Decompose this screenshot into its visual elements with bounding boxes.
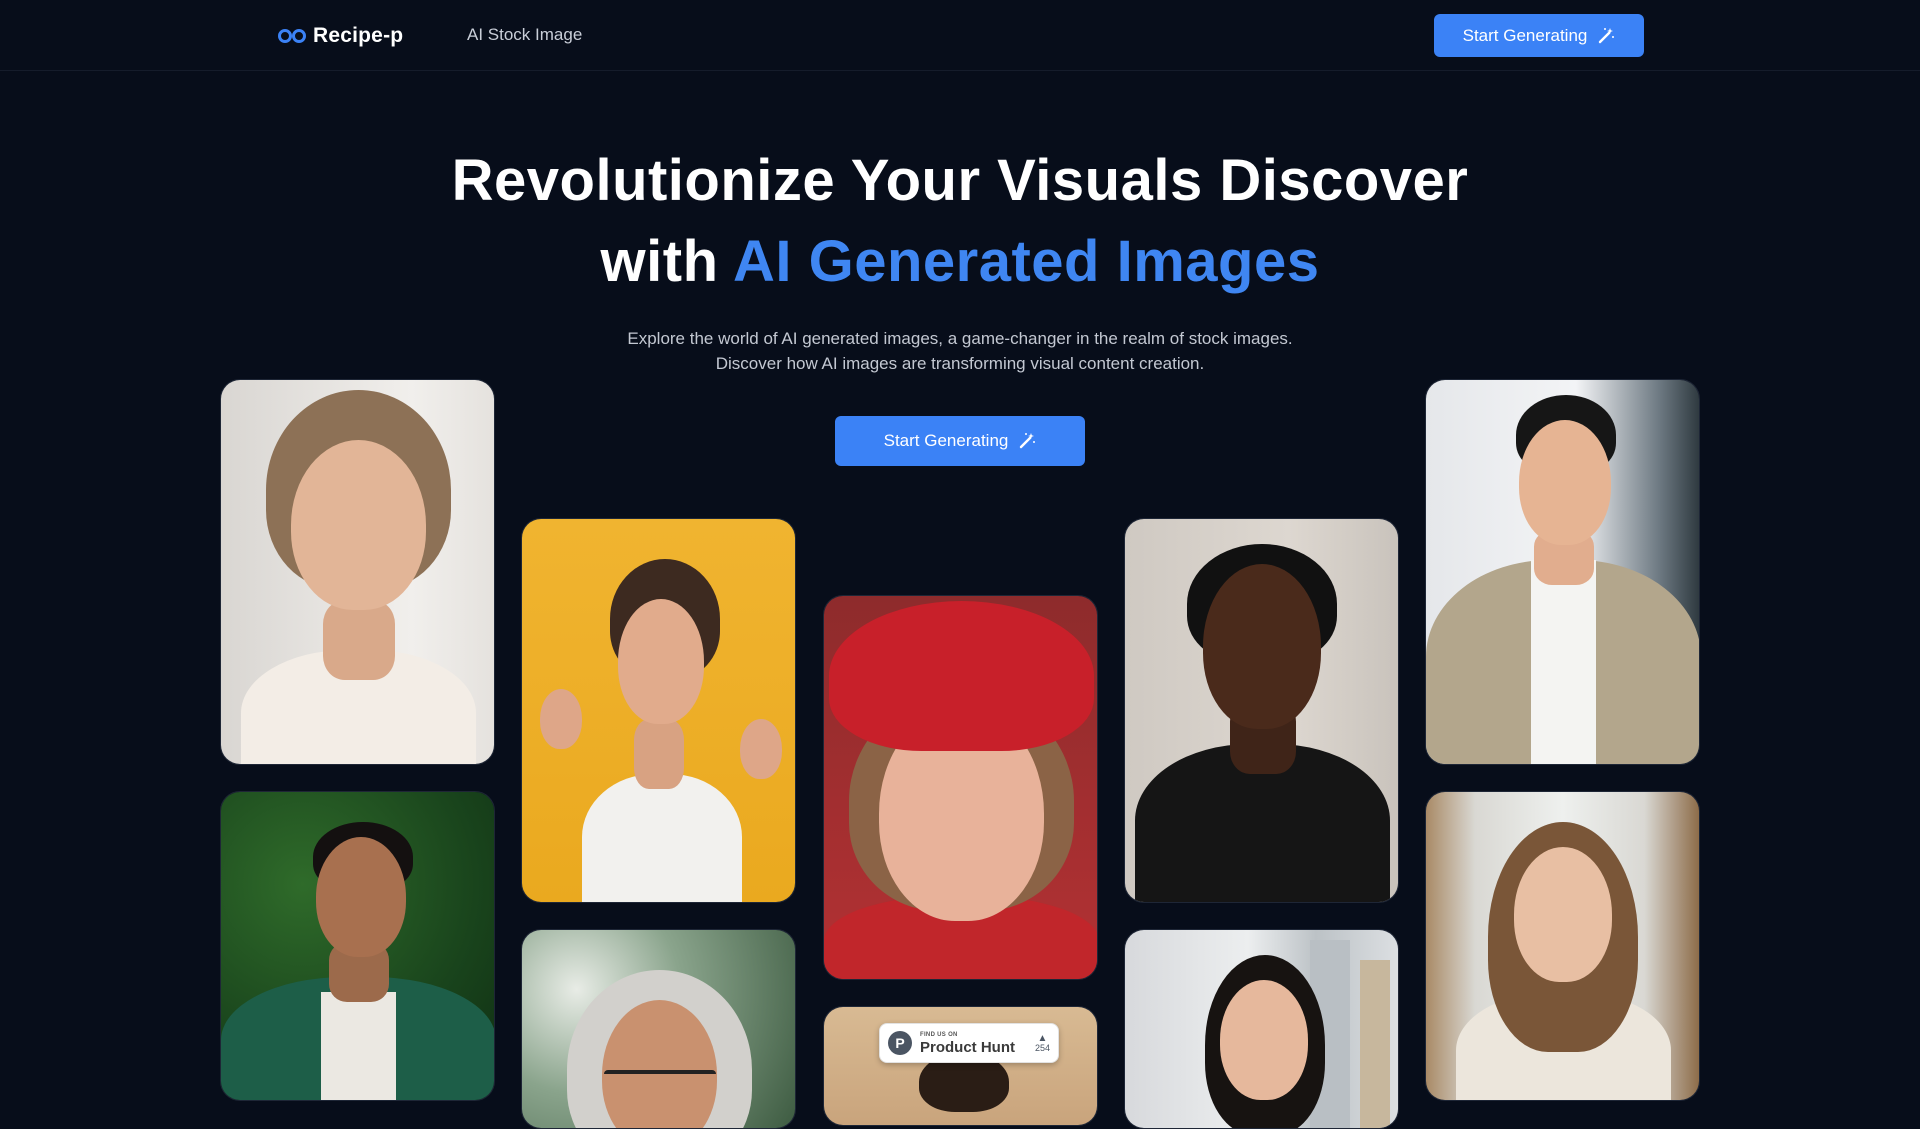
portrait-image xyxy=(221,380,494,764)
hero-subtitle-line2: Discover how AI images are transforming … xyxy=(715,354,1205,373)
hero-subtitle-line1: Explore the world of AI generated images… xyxy=(627,329,1293,348)
portrait-image xyxy=(1125,930,1398,1128)
magic-wand-icon xyxy=(1597,27,1615,45)
gallery-image-woman-dark-top[interactable] xyxy=(1124,518,1399,903)
header-cta-label: Start Generating xyxy=(1462,25,1588,45)
gallery-image-girl-bookshelf[interactable] xyxy=(1425,791,1700,1101)
gallery-image-excited-woman[interactable] xyxy=(521,518,796,903)
product-hunt-logo-icon: P xyxy=(888,1031,912,1055)
portrait-image xyxy=(522,519,795,902)
gallery-image-man-green-blazer[interactable] xyxy=(220,791,495,1101)
hero-start-generating-button[interactable]: Start Generating xyxy=(835,416,1085,466)
hero-subtitle: Explore the world of AI generated images… xyxy=(460,326,1460,376)
product-hunt-votes: ▲ 254 xyxy=(1034,1032,1050,1053)
gallery-image-woman-city[interactable] xyxy=(1124,929,1399,1129)
portrait-image xyxy=(1426,380,1699,764)
upvote-arrow-icon: ▲ xyxy=(1037,1032,1048,1044)
portrait-image xyxy=(1125,519,1398,902)
portrait-image xyxy=(221,792,494,1100)
magic-wand-icon xyxy=(1018,432,1036,450)
header-start-generating-button[interactable]: Start Generating xyxy=(1434,14,1644,57)
logo-infinity-icon xyxy=(277,28,307,44)
gallery-image-man-tweed-blazer[interactable] xyxy=(1425,379,1700,765)
site-header: Recipe-p AI Stock Image Start Generating xyxy=(0,0,1920,71)
hero-title-line1: Revolutionize Your Visuals Discover xyxy=(451,148,1469,213)
gallery-image-grey-haired-woman[interactable] xyxy=(521,929,796,1129)
gallery-image-young-woman[interactable] xyxy=(220,379,495,765)
product-hunt-name: Product Hunt xyxy=(920,1038,1015,1056)
product-hunt-badge[interactable]: P FIND US ON Product Hunt ▲ 254 xyxy=(879,1023,1059,1063)
portrait-image xyxy=(1426,792,1699,1100)
nav-link-ai-stock-image[interactable]: AI Stock Image xyxy=(467,25,582,45)
logo-text: Recipe-p xyxy=(313,24,404,47)
product-hunt-text: FIND US ON Product Hunt xyxy=(920,1032,1015,1055)
hero-title: Revolutionize Your Visuals Discover with… xyxy=(360,140,1560,302)
product-hunt-vote-count: 254 xyxy=(1034,1042,1050,1053)
gallery-image-elderly-woman-red-beret[interactable] xyxy=(823,595,1098,980)
portrait-image xyxy=(522,930,795,1128)
hero-title-accent: AI Generated Images xyxy=(732,229,1320,294)
logo[interactable]: Recipe-p xyxy=(277,22,403,50)
hero-cta-label: Start Generating xyxy=(883,431,1009,450)
portrait-image xyxy=(824,596,1097,979)
hero-title-line2-plain: with xyxy=(600,229,733,294)
product-hunt-small-label: FIND US ON xyxy=(920,1031,958,1038)
